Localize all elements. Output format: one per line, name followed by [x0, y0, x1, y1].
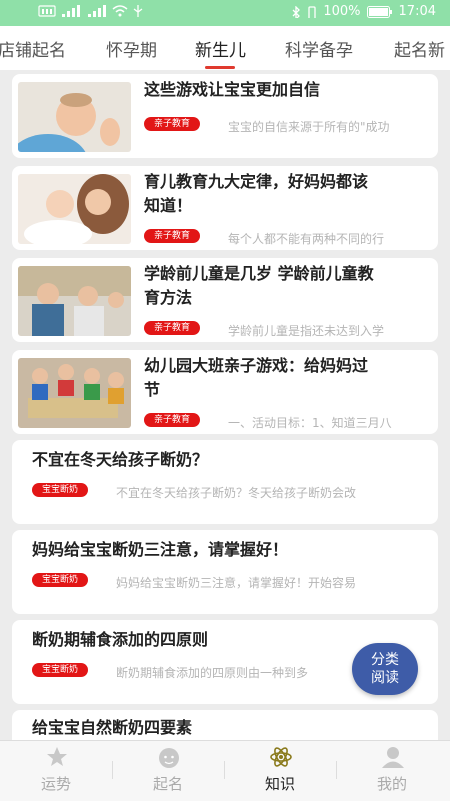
article-summary: 妈妈给宝宝断奶三注意，请掌握好！开始容易: [116, 576, 357, 590]
article-card[interactable]: 妈妈给宝宝断奶三注意，请掌握好！ 宝宝断奶 妈妈给宝宝断奶三注意，请掌握好！开始…: [12, 530, 438, 614]
tab-pregnancy[interactable]: 怀孕期: [106, 36, 157, 61]
article-title: 不宜在冬天给孩子断奶？: [32, 450, 209, 469]
article-thumbnail: [18, 358, 131, 428]
article-title: 妈妈给宝宝断奶三注意，请掌握好！: [32, 540, 289, 559]
battery-icon: [366, 5, 392, 18]
category-tabs: 店铺起名 怀孕期 新生儿 科学备孕 起名新: [0, 26, 450, 70]
article-card[interactable]: 幼儿园大班亲子游戏：给妈妈过 节 亲子教育 一、活动目标：1、知道三月八: [12, 350, 438, 434]
category-reading-button[interactable]: 分类 阅读: [352, 643, 418, 695]
article-tag[interactable]: 亲子教育: [144, 321, 201, 335]
article-title: 这些游戏让宝宝更加自信: [144, 80, 321, 99]
article-tag[interactable]: 宝宝断奶: [32, 663, 89, 677]
nav-label: 我的: [376, 775, 407, 793]
nav-item-knowledge[interactable]: 知识: [224, 741, 336, 801]
article-list[interactable]: 这些游戏让宝宝更加自信 亲子教育 宝宝的自信来源于所有的"成功 育儿教育九大定律…: [12, 74, 438, 740]
article-summary: 每个人都不能有两种不同的行: [228, 232, 385, 246]
usb-icon: [133, 5, 143, 17]
article-tag[interactable]: 宝宝断奶: [32, 483, 89, 497]
signal-icon: [62, 5, 80, 17]
article-title: 育儿教育九大定律，好妈妈都该 知道！: [144, 172, 369, 215]
article-thumbnail: [18, 266, 131, 336]
article-thumbnail: [18, 82, 131, 152]
article-tag[interactable]: 亲子教育: [144, 117, 201, 131]
person-icon: [382, 747, 404, 768]
star-hand-icon: [47, 747, 67, 766]
wifi-icon: [112, 5, 128, 17]
nav-item-mine[interactable]: 我的: [336, 741, 448, 801]
article-card[interactable]: 不宜在冬天给孩子断奶？ 宝宝断奶 不宜在冬天给孩子断奶？冬天给孩子断奶会改: [12, 440, 438, 524]
article-tag[interactable]: 宝宝断奶: [32, 573, 89, 587]
tab-preparing-pregnancy[interactable]: 科学备孕: [285, 36, 353, 61]
article-thumbnail: [18, 174, 131, 244]
signal-icon-2: [88, 5, 106, 17]
status-bar: 100% 17:04: [0, 0, 450, 26]
fab-label-line1: 分类: [371, 652, 399, 668]
status-icons-right: 100% 17:04: [291, 4, 436, 19]
atom-icon: [270, 747, 292, 767]
active-tab-indicator: [205, 66, 235, 69]
sim-icon: [38, 5, 56, 17]
status-icons-left: [38, 5, 144, 17]
article-title: 幼儿园大班亲子游戏：给妈妈过 节: [144, 356, 369, 399]
baby-face-icon: [159, 748, 179, 768]
article-title: 给宝宝自然断奶四要素: [32, 718, 193, 737]
vibrate-icon: [308, 5, 317, 18]
battery-percent: 100%: [323, 4, 361, 19]
article-title: 学龄前儿童是几岁 学龄前儿童教 育方法: [144, 264, 374, 307]
nav-item-naming[interactable]: 起名: [112, 741, 224, 801]
clock: 17:04: [398, 4, 436, 19]
tab-newborn[interactable]: 新生儿: [195, 36, 246, 61]
fab-label-line2: 阅读: [371, 670, 399, 686]
tab-naming-new[interactable]: 起名新: [394, 36, 445, 61]
article-card[interactable]: 学龄前儿童是几岁 学龄前儿童教 育方法 亲子教育 学龄前儿童是指还未达到入学: [12, 258, 438, 342]
bottom-nav: 运势 起名 知识 我的: [0, 740, 450, 801]
article-tag[interactable]: 亲子教育: [144, 413, 201, 427]
article-summary: 宝宝的自信来源于所有的"成功: [228, 120, 390, 134]
bluetooth-icon: [292, 5, 301, 18]
nav-label: 知识: [264, 775, 295, 793]
nav-label: 运势: [40, 775, 71, 793]
article-summary: 学龄前儿童是指还未达到入学: [228, 324, 385, 338]
nav-label: 起名: [152, 775, 183, 793]
article-summary: 不宜在冬天给孩子断奶？冬天给孩子断奶会改: [116, 486, 357, 500]
article-card[interactable]: 这些游戏让宝宝更加自信 亲子教育 宝宝的自信来源于所有的"成功: [12, 74, 438, 158]
article-card[interactable]: 给宝宝自然断奶四要素: [12, 710, 438, 740]
article-card[interactable]: 育儿教育九大定律，好妈妈都该 知道！ 亲子教育 每个人都不能有两种不同的行: [12, 166, 438, 250]
article-tag[interactable]: 亲子教育: [144, 229, 201, 243]
nav-item-fortune[interactable]: 运势: [0, 741, 112, 801]
tab-shop-naming[interactable]: 店铺起名: [0, 36, 66, 61]
article-summary: 一、活动目标：1、知道三月八: [228, 416, 392, 430]
